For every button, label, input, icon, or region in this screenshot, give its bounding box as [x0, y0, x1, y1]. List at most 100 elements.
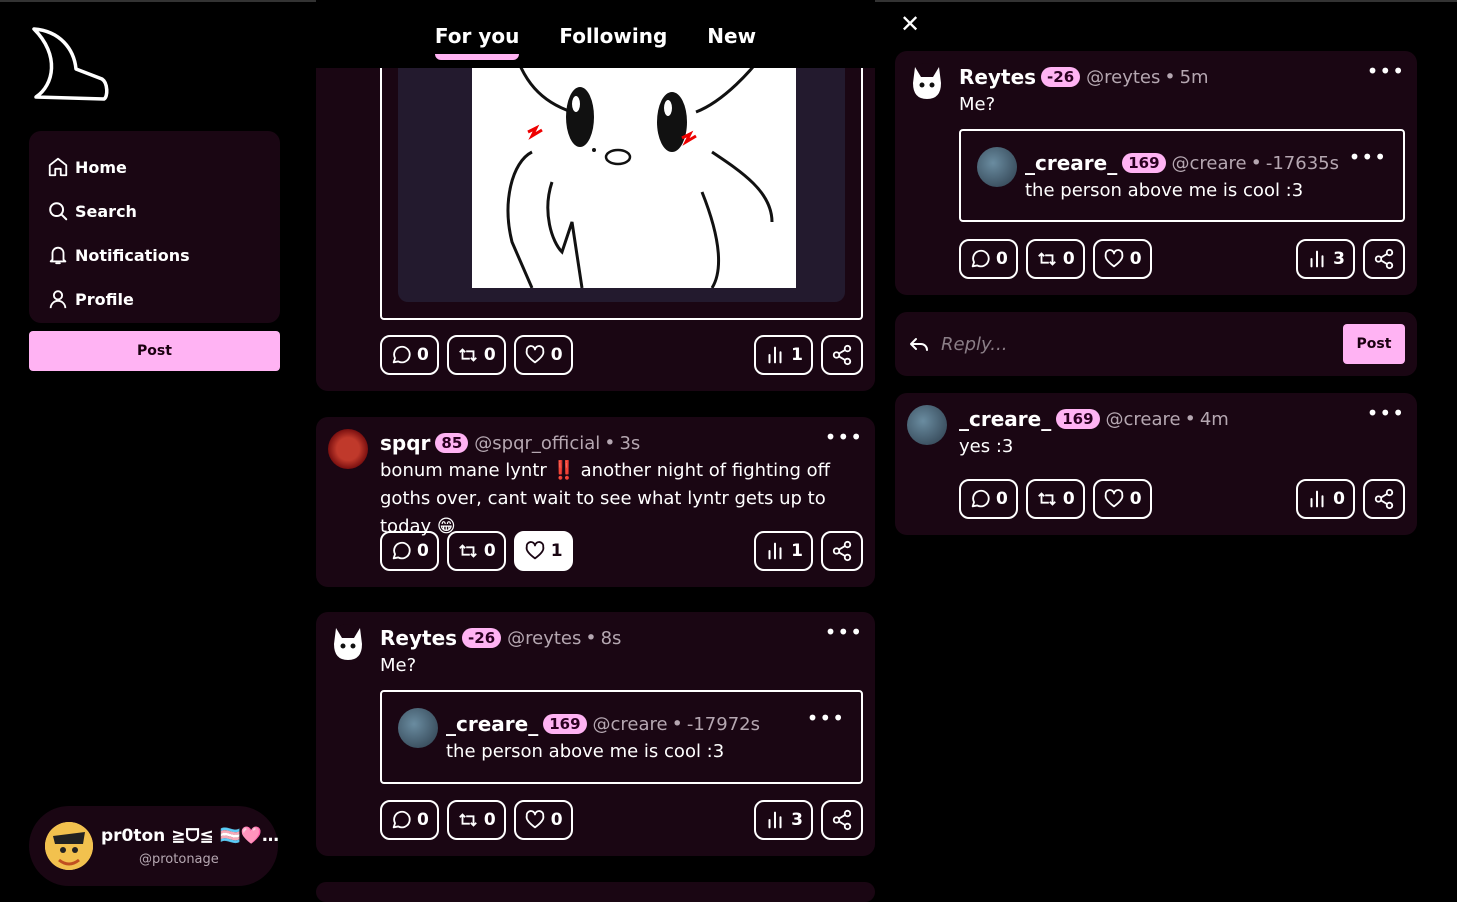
- sidebar-nav: Home Search Notifications Profile: [29, 131, 280, 323]
- reply-button[interactable]: 0: [380, 531, 439, 571]
- detail-post[interactable]: Reytes -26 @reytes • 5m ••• Me? _creare_…: [895, 51, 1417, 295]
- separator-dot: •: [604, 432, 616, 454]
- post-author-handle[interactable]: @reytes: [507, 628, 581, 649]
- post-author-name[interactable]: _creare_: [446, 712, 538, 736]
- like-count: 0: [1129, 249, 1142, 269]
- post-time: 8s: [600, 627, 622, 649]
- post-text: the person above me is cool :3: [446, 741, 725, 762]
- post-author-name[interactable]: Reytes: [959, 65, 1036, 89]
- sidebar-item-profile[interactable]: Profile: [47, 277, 262, 321]
- share-icon: [1374, 248, 1394, 270]
- more-options-icon[interactable]: •••: [1367, 401, 1405, 425]
- post-author-handle[interactable]: @creare: [593, 714, 668, 735]
- share-button[interactable]: [821, 800, 863, 840]
- repost-button[interactable]: 0: [1025, 479, 1085, 519]
- current-user-card[interactable]: pr0ton ≧ᗜ≦ 🏳️‍⚧️🩷… @protonage: [29, 806, 279, 886]
- feed-post[interactable]: [316, 882, 875, 902]
- sidebar-item-search[interactable]: Search: [47, 189, 262, 233]
- tab-following[interactable]: Following: [559, 24, 667, 48]
- post-actions: 0 0 1 1: [380, 531, 863, 571]
- repost-button[interactable]: 0: [446, 800, 506, 840]
- reply-count: 0: [417, 345, 429, 365]
- repost-button[interactable]: 0: [446, 531, 506, 571]
- tab-for-you[interactable]: For you: [434, 24, 520, 60]
- heart-icon: [525, 810, 545, 829]
- avatar[interactable]: [977, 147, 1017, 187]
- post-actions: 0 0 0 0: [959, 479, 1405, 519]
- post-author-handle[interactable]: @creare: [1106, 409, 1181, 430]
- view-count: 3: [1333, 249, 1345, 269]
- views-button[interactable]: 0: [1296, 479, 1355, 519]
- avatar[interactable]: [328, 624, 368, 664]
- share-button[interactable]: [1363, 479, 1405, 519]
- new-post-button[interactable]: Post: [29, 331, 280, 371]
- cartoon-image: [472, 42, 796, 288]
- sidebar-item-label: Search: [75, 201, 137, 221]
- close-icon[interactable]: ✕: [900, 10, 920, 38]
- view-count: 1: [791, 541, 803, 561]
- tab-new[interactable]: New: [707, 24, 756, 48]
- view-count: 1: [791, 345, 803, 365]
- share-icon: [832, 344, 852, 366]
- post-author-name[interactable]: Reytes: [380, 626, 457, 650]
- repost-count: 0: [1062, 249, 1075, 269]
- avatar[interactable]: [907, 405, 947, 445]
- avatar[interactable]: [907, 63, 947, 103]
- more-options-icon[interactable]: •••: [1367, 59, 1405, 83]
- more-options-icon[interactable]: •••: [825, 620, 863, 644]
- views-button[interactable]: 3: [754, 800, 813, 840]
- repost-button[interactable]: 0: [1025, 239, 1085, 279]
- post-text: yes :3: [959, 436, 1014, 457]
- reply-button[interactable]: 0: [380, 335, 439, 375]
- feed-tabs: For you Following New: [316, 0, 875, 68]
- post-author-name[interactable]: spqr: [380, 431, 430, 455]
- post-author-name[interactable]: _creare_: [959, 407, 1051, 431]
- feed-post[interactable]: 0 0 0 1: [316, 40, 875, 391]
- sidebar-item-home[interactable]: Home: [47, 145, 262, 189]
- reply-composer: Post: [895, 312, 1417, 376]
- like-button[interactable]: 0: [1092, 239, 1152, 279]
- lyntr-logo-icon[interactable]: [30, 25, 110, 103]
- post-author-name[interactable]: _creare_: [1025, 151, 1117, 175]
- reply-input[interactable]: [941, 333, 1343, 355]
- avatar[interactable]: [398, 708, 438, 748]
- feed-post[interactable]: Reytes -26 @reytes • 8s ••• Me? _creare_…: [316, 612, 875, 856]
- avatar[interactable]: [328, 429, 368, 469]
- views-button[interactable]: 1: [754, 531, 813, 571]
- quoted-post[interactable]: _creare_ 169 @creare • -17972s ••• the p…: [380, 690, 863, 784]
- post-author-handle[interactable]: @reytes: [1086, 67, 1160, 88]
- share-button[interactable]: [1363, 239, 1405, 279]
- repost-button[interactable]: 0: [446, 335, 506, 375]
- like-button[interactable]: 1: [513, 531, 573, 571]
- post-text: the person above me is cool :3: [1025, 180, 1304, 201]
- post-image-frame[interactable]: [380, 40, 863, 320]
- score-badge: 169: [1056, 409, 1100, 429]
- more-options-icon[interactable]: •••: [807, 706, 845, 730]
- like-button[interactable]: 0: [513, 800, 573, 840]
- reply-button[interactable]: 0: [380, 800, 439, 840]
- reply-post-button[interactable]: Post: [1343, 324, 1405, 364]
- feed-post[interactable]: spqr 85 @spqr_official • 3s ••• bonum ma…: [316, 417, 875, 587]
- like-button[interactable]: 0: [1092, 479, 1152, 519]
- share-button[interactable]: [821, 335, 863, 375]
- sidebar-item-notifications[interactable]: Notifications: [47, 233, 262, 277]
- reply-button[interactable]: 0: [959, 479, 1018, 519]
- reply-button[interactable]: 0: [959, 239, 1018, 279]
- views-button[interactable]: 3: [1296, 239, 1355, 279]
- views-button[interactable]: 1: [754, 335, 813, 375]
- post-author-handle[interactable]: @spqr_official: [474, 433, 600, 454]
- view-count: 3: [791, 810, 803, 830]
- quoted-post[interactable]: _creare_ 169 @creare • -17635s ••• the p…: [959, 129, 1405, 222]
- share-button[interactable]: [821, 531, 863, 571]
- comment-icon: [392, 345, 411, 364]
- post-author-handle[interactable]: @creare: [1172, 153, 1247, 174]
- like-button[interactable]: 0: [513, 335, 573, 375]
- share-icon: [1374, 488, 1394, 510]
- more-options-icon[interactable]: •••: [825, 425, 863, 449]
- comment-icon: [971, 249, 990, 268]
- repost-count: 0: [483, 541, 496, 561]
- reply-post[interactable]: _creare_ 169 @creare • 4m ••• yes :3 0 0…: [895, 393, 1417, 535]
- more-options-icon[interactable]: •••: [1349, 145, 1387, 169]
- score-badge: -26: [1041, 67, 1081, 87]
- chart-icon: [768, 542, 782, 560]
